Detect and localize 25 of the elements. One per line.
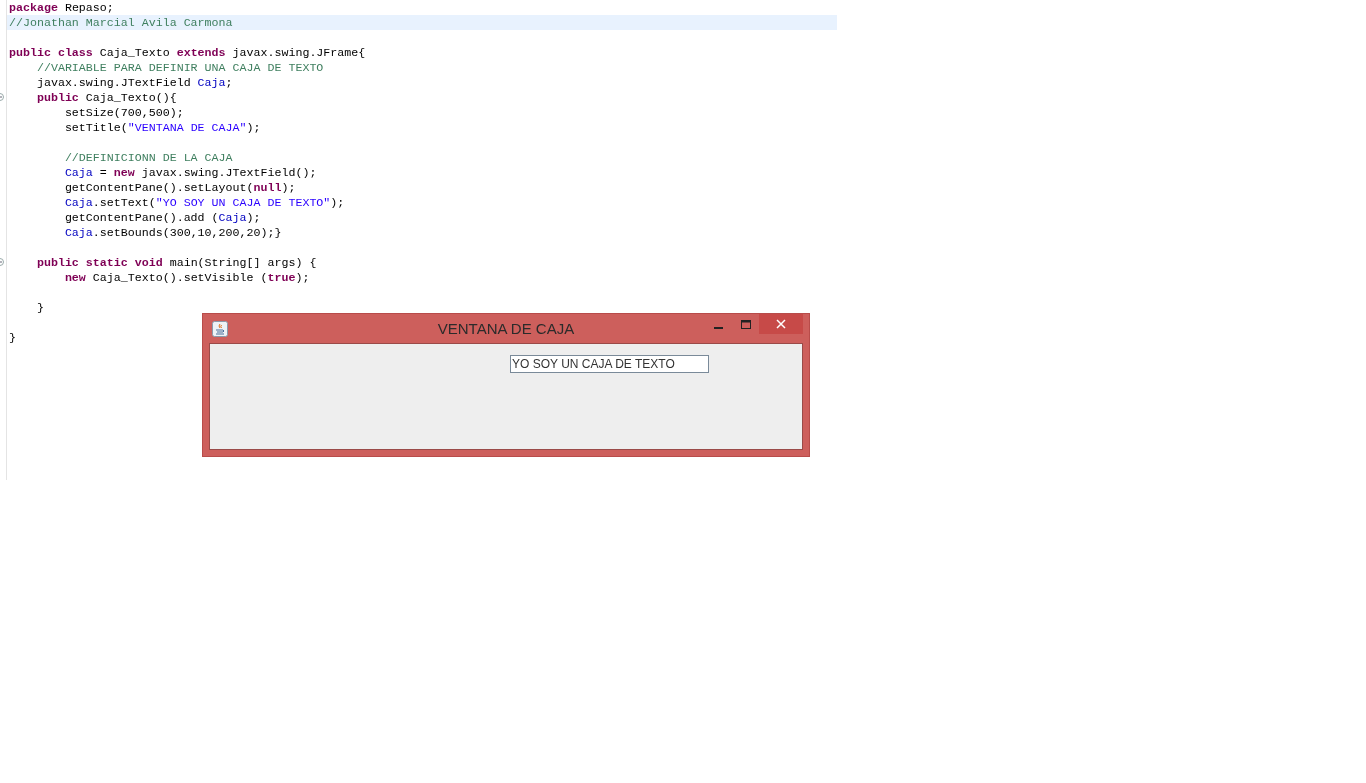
maximize-icon: [740, 319, 751, 329]
code-line: public Caja_Texto(){: [35, 90, 177, 105]
code-line: setTitle("VENTANA DE CAJA");: [63, 120, 261, 135]
code-line: getContentPane().add (Caja);: [63, 210, 261, 225]
code-line: setSize(700,500);: [63, 105, 184, 120]
code-line: package Repaso;: [8, 0, 114, 15]
code-line: new Caja_Texto().setVisible (true);: [63, 270, 310, 285]
window-title: VENTANA DE CAJA: [437, 320, 575, 337]
code-line: //DEFINICIONN DE LA CAJA: [63, 150, 233, 165]
code-line: javax.swing.JTextField Caja;: [35, 75, 233, 90]
code-line: //VARIABLE PARA DEFINIR UNA CAJA DE TEXTO: [35, 60, 324, 75]
java-cup-icon: [212, 320, 228, 337]
code-line: }: [8, 330, 17, 345]
code-line: public class Caja_Texto extends javax.swing.JFrame{: [8, 45, 366, 60]
close-button[interactable]: [759, 314, 803, 334]
text-field[interactable]: YO SOY UN CAJA DE TEXTO: [510, 355, 709, 373]
code-line: Caja.setText("YO SOY UN CAJA DE TEXTO");: [63, 195, 345, 210]
close-icon: [776, 319, 786, 329]
code-line: //Jonathan Marcial Avila Carmona: [8, 15, 233, 30]
code-line: public static void main(String[] args) {: [35, 255, 317, 270]
code-line: Caja.setBounds(300,10,200,20);}: [63, 225, 282, 240]
code-line: }: [35, 300, 44, 315]
minimize-icon: [714, 326, 723, 329]
code-line: getContentPane().setLayout(null);: [63, 180, 296, 195]
code-line: Caja = new javax.swing.JTextField();: [63, 165, 317, 180]
